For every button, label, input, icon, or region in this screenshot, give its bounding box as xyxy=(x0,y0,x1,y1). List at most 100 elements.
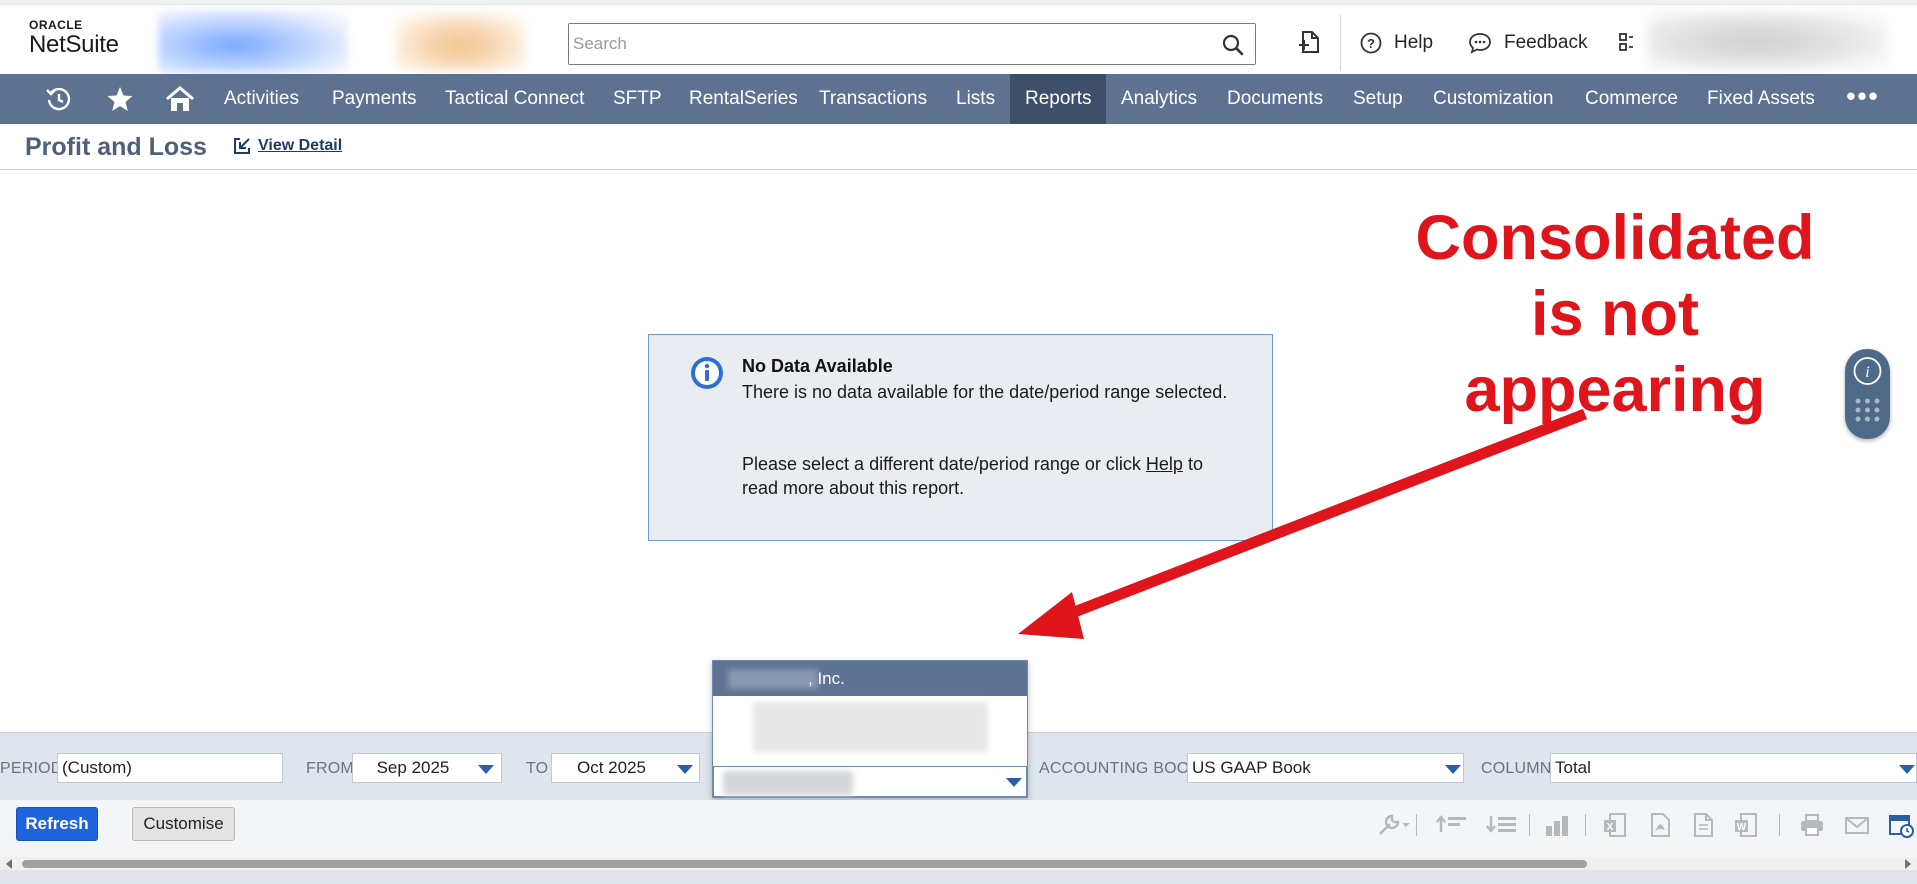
redacted-subsidiary-value xyxy=(723,771,853,795)
nav-item-transactions[interactable]: Transactions xyxy=(804,74,942,124)
subsidiary-dropdown-list: , Inc. xyxy=(712,660,1028,798)
nav-item-fixed-assets[interactable]: Fixed Assets xyxy=(1692,74,1830,124)
svg-text:X: X xyxy=(1607,822,1614,833)
nav-item-setup[interactable]: Setup xyxy=(1338,74,1418,124)
role-switch-icon[interactable] xyxy=(1617,32,1635,56)
feedback-button[interactable]: Feedback xyxy=(1468,27,1587,59)
nav-more-button[interactable]: ••• xyxy=(1843,74,1883,124)
column-select[interactable]: Total xyxy=(1550,753,1917,783)
to-chevron-down-icon[interactable] xyxy=(677,765,693,774)
nav-item-documents[interactable]: Documents xyxy=(1212,74,1338,124)
nav-item-lists[interactable]: Lists xyxy=(941,74,1010,124)
main-navigation: Activities Payments Tactical Connect SFT… xyxy=(0,74,1917,124)
message-line1: There is no data available for the date/… xyxy=(742,382,1228,402)
netsuite-logo[interactable]: ORACLE NetSuite xyxy=(29,18,139,64)
svg-text:W: W xyxy=(1737,822,1747,833)
shortcuts-button[interactable] xyxy=(103,83,137,115)
subsidiary-select[interactable] xyxy=(713,766,1027,797)
nav-item-tactical-connect[interactable]: Tactical Connect xyxy=(430,74,599,124)
no-data-message: No Data Available There is no data avail… xyxy=(648,334,1273,541)
search-icon[interactable] xyxy=(1221,33,1245,57)
subsidiary-option-redacted[interactable] xyxy=(753,702,988,752)
from-value: Sep 2025 xyxy=(376,758,450,777)
nav-item-customization[interactable]: Customization xyxy=(1418,74,1568,124)
home-icon xyxy=(166,86,194,111)
redacted-company-logo xyxy=(158,10,348,74)
export-csv-icon[interactable] xyxy=(1690,812,1716,838)
message-line2-pre: Please select a different date/period ra… xyxy=(742,454,1146,474)
nav-item-analytics[interactable]: Analytics xyxy=(1106,74,1212,124)
search-input[interactable] xyxy=(569,24,1209,64)
subsidiary-option-selected[interactable]: , Inc. xyxy=(713,661,1027,696)
view-detail-label: View Detail xyxy=(258,137,343,154)
nav-item-activities[interactable]: Activities xyxy=(209,74,314,124)
nav-item-commerce[interactable]: Commerce xyxy=(1570,74,1693,124)
toolbar-divider xyxy=(1585,814,1586,836)
schedule-calendar-icon[interactable] xyxy=(1888,812,1914,838)
subsidiary-chevron-down-icon[interactable] xyxy=(1006,778,1022,787)
help-button[interactable]: ? Help xyxy=(1360,27,1433,59)
export-excel-icon[interactable]: X xyxy=(1602,812,1628,838)
period-field[interactable]: (Custom) xyxy=(57,753,283,783)
to-value: Oct 2025 xyxy=(577,758,646,777)
page-title: Profit and Loss xyxy=(25,133,207,161)
export-word-icon[interactable]: W xyxy=(1733,812,1759,838)
message-line2: Please select a different date/period ra… xyxy=(742,452,1242,500)
horizontal-scrollbar[interactable] xyxy=(0,857,1917,870)
accounting-book-chevron-down-icon[interactable] xyxy=(1445,765,1461,774)
print-icon[interactable] xyxy=(1799,812,1825,838)
bottom-status-strip xyxy=(0,870,1917,884)
graph-icon[interactable] xyxy=(1543,812,1573,838)
redacted-user-info xyxy=(1648,11,1888,71)
recent-history-icon xyxy=(46,87,71,111)
from-label: FROM xyxy=(306,760,354,777)
expand-detail-icon xyxy=(234,138,250,154)
period-label: PERIOD xyxy=(0,760,63,777)
column-label: COLUMN xyxy=(1481,760,1552,777)
global-search xyxy=(568,23,1256,65)
scrollbar-thumb[interactable] xyxy=(22,860,1587,868)
to-label: TO xyxy=(526,760,549,777)
help-label: Help xyxy=(1394,32,1434,53)
column-chevron-down-icon[interactable] xyxy=(1899,765,1915,774)
logo-netsuite-text: NetSuite xyxy=(29,31,119,58)
accounting-book-value: US GAAP Book xyxy=(1192,758,1311,777)
report-action-bar xyxy=(0,800,1917,860)
from-chevron-down-icon[interactable] xyxy=(478,765,494,774)
view-detail-link[interactable]: View Detail xyxy=(232,136,342,156)
svg-text:i: i xyxy=(1865,364,1869,381)
recent-records-button[interactable] xyxy=(42,83,76,115)
annotation-callout: Consolidated is not appearing xyxy=(1415,203,1815,425)
column-value: Total xyxy=(1555,758,1591,777)
page-title-bar: Profit and Loss View Detail xyxy=(0,124,1917,170)
header-divider xyxy=(1340,15,1341,71)
wrench-icon[interactable] xyxy=(1376,812,1402,838)
wrench-menu-chevron-down-icon[interactable] xyxy=(1400,812,1412,838)
message-help-link[interactable]: Help xyxy=(1146,454,1183,474)
scroll-left-arrow-icon[interactable] xyxy=(6,859,12,869)
global-header: ORACLE NetSuite ? Help Feedback xyxy=(0,5,1917,74)
feedback-icon xyxy=(1469,33,1491,54)
collapse-all-icon[interactable] xyxy=(1435,812,1469,838)
side-widget-icons: i xyxy=(1853,357,1882,422)
nav-item-payments[interactable]: Payments xyxy=(317,74,431,124)
redacted-subsidiary-name xyxy=(728,669,818,689)
info-icon xyxy=(691,357,723,389)
home-button[interactable] xyxy=(163,83,197,115)
feedback-label: Feedback xyxy=(1504,32,1588,53)
toolbar-divider xyxy=(1416,814,1417,836)
nav-item-rentalseries[interactable]: RentalSeries xyxy=(674,74,813,124)
email-icon[interactable] xyxy=(1844,812,1870,838)
expand-all-icon[interactable] xyxy=(1485,812,1519,838)
accounting-book-select[interactable]: US GAAP Book xyxy=(1187,753,1464,783)
nav-item-reports[interactable]: Reports xyxy=(1010,74,1106,124)
side-help-widget[interactable]: i xyxy=(1845,349,1890,439)
refresh-button[interactable]: Refresh xyxy=(16,807,98,841)
create-new-icon[interactable] xyxy=(1297,28,1323,56)
scroll-right-arrow-icon[interactable] xyxy=(1905,859,1911,869)
customise-button[interactable]: Customise xyxy=(132,807,235,841)
export-pdf-icon[interactable] xyxy=(1647,812,1673,838)
logo-oracle-text: ORACLE xyxy=(29,18,83,32)
nav-item-sftp[interactable]: SFTP xyxy=(598,74,677,124)
toolbar-divider xyxy=(1779,814,1780,836)
